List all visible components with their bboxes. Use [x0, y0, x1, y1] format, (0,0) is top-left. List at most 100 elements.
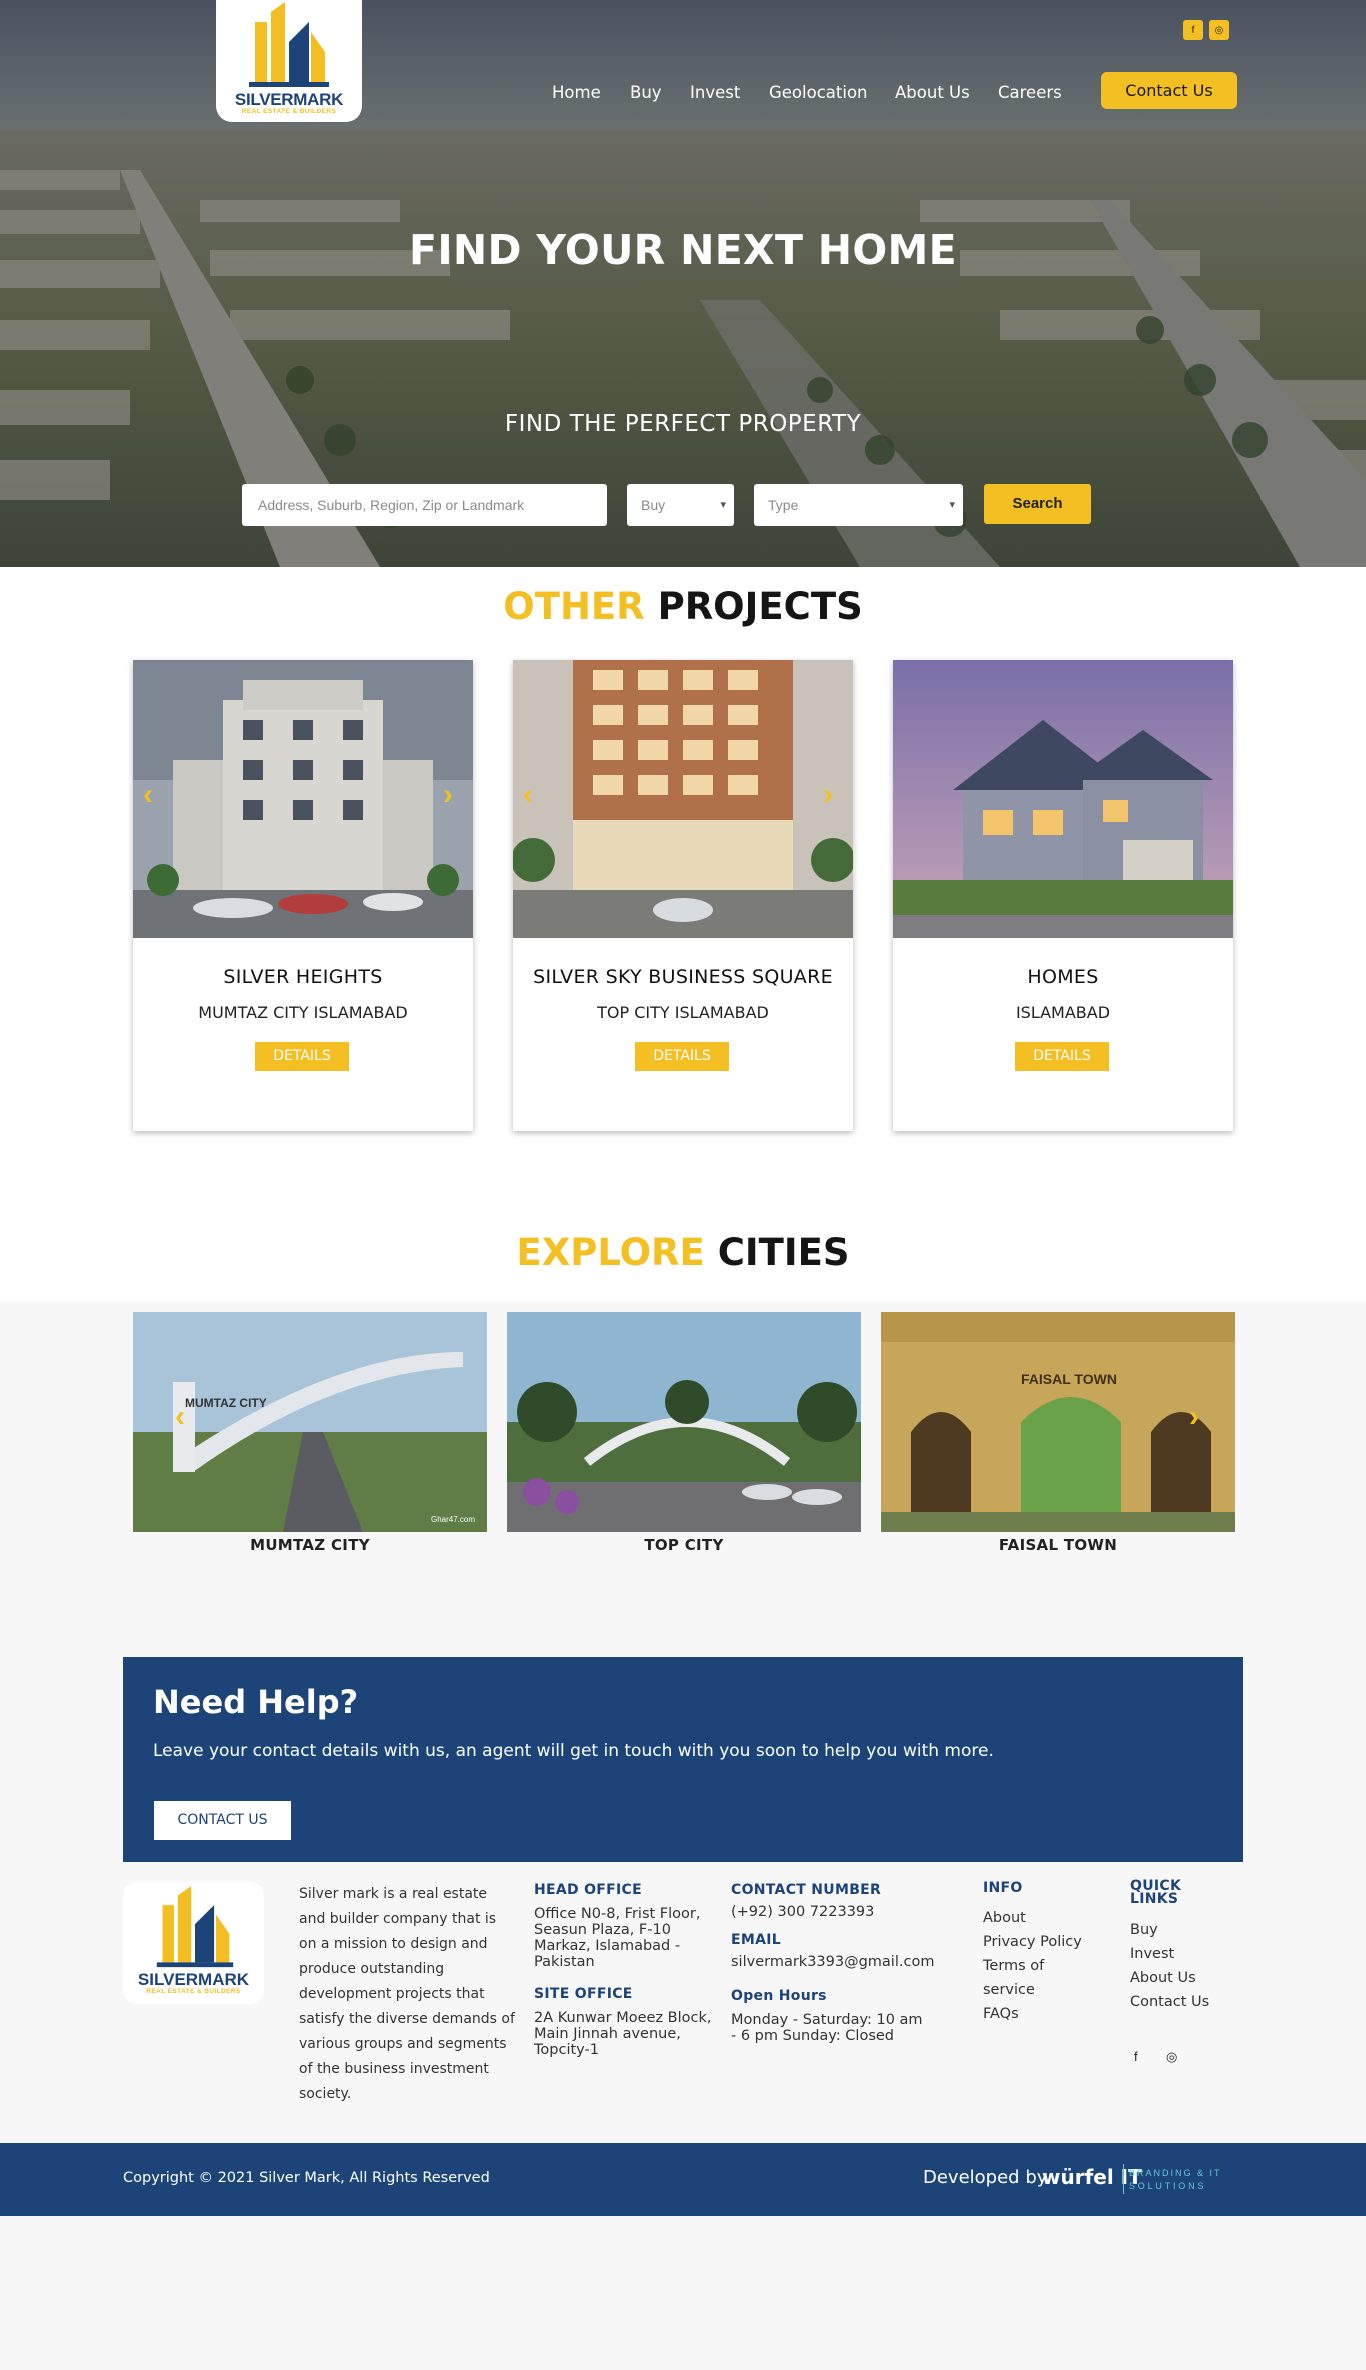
project-location: TOP CITY ISLAMABAD	[597, 1003, 769, 1022]
facebook-icon[interactable]: f	[1134, 2049, 1138, 2064]
city-image: FAISAL TOWN	[881, 1312, 1235, 1532]
logo-tagline: REAL ESTATE & BUILDERS	[241, 108, 337, 115]
project-card: ‹ › SILVER SKY BUSINESS SQUARE TOP CITY …	[513, 660, 853, 1131]
details-button[interactable]: DETAILS	[1015, 1042, 1109, 1071]
developed-by-text: Developed by	[923, 2167, 1048, 2188]
need-help-text: Leave your contact details with us, an a…	[153, 1741, 994, 1761]
city-card[interactable]: MUMTAZ CITY Ghar47.com ‹ MUMTAZ CITY	[133, 1312, 487, 1562]
facebook-icon[interactable]: f	[1183, 20, 1203, 40]
project-image	[893, 660, 1233, 938]
nav-careers[interactable]: Careers	[998, 83, 1062, 102]
footer-link-terms-2[interactable]: service	[983, 1978, 1103, 2002]
instagram-icon[interactable]: ◎	[1166, 2049, 1177, 2065]
contact-number[interactable]: (+92) 300 7223393	[731, 1904, 941, 1920]
type-select[interactable]: Type ▾	[754, 484, 963, 526]
projects-heading: OTHER PROJECTS	[0, 585, 1366, 628]
quick-link-contact-us[interactable]: Contact Us	[1130, 1990, 1240, 2014]
quick-links-title-2: LINKS	[1130, 1891, 1179, 1907]
header-social-icons: f ◎	[1183, 20, 1229, 40]
logo-tagline: REAL ESTATE & BUILDERS	[146, 1988, 241, 1995]
city-label: FAISAL TOWN	[998, 1536, 1118, 1554]
developer-tagline-1: BRANDING & IT	[1129, 2168, 1222, 2178]
site-office-title: SITE OFFICE	[534, 1986, 633, 2002]
hero-title: FIND YOUR NEXT HOME	[409, 226, 957, 274]
site-office-address: 2A Kunwar Moeez Block, Main Jinnah avenu…	[534, 2010, 712, 2058]
footer-quick-links: QUICK LINKS Buy Invest About Us Contact …	[1130, 1879, 1240, 2014]
chevron-down-icon: ▾	[720, 499, 726, 511]
info-title: INFO	[983, 1880, 1023, 1896]
search-button[interactable]: Search	[984, 484, 1091, 524]
project-image	[513, 660, 853, 938]
logo-wordmark: SILVERMARK	[234, 90, 344, 109]
buy-select[interactable]: Buy ▾	[627, 484, 734, 526]
city-label: MUMTAZ CITY	[250, 1536, 370, 1554]
footer-link-terms[interactable]: Terms of	[983, 1954, 1103, 1978]
project-title: SILVER SKY BUSINESS SQUARE	[533, 966, 833, 988]
chevron-left-icon[interactable]: ‹	[175, 1400, 185, 1434]
cities-heading-accent: EXPLORE	[516, 1231, 705, 1274]
logo-building-icon	[156, 1886, 234, 1968]
logo-building-icon	[249, 2, 329, 87]
watermark-text: Ghar47.com	[431, 1515, 475, 1524]
chevron-left-icon[interactable]: ‹	[523, 778, 533, 812]
footer-info: INFO About Privacy Policy Terms of servi…	[983, 1880, 1103, 2026]
details-button[interactable]: DETAILS	[255, 1042, 349, 1071]
project-image	[133, 660, 473, 938]
nav-geolocation[interactable]: Geolocation	[769, 83, 868, 102]
footer-logo[interactable]: SILVERMARK REAL ESTATE & BUILDERS	[123, 1882, 264, 2004]
project-location: MUMTAZ CITY ISLAMABAD	[198, 1003, 408, 1022]
footer-offices: HEAD OFFICE Office N0-8, Frist Floor, Se…	[534, 1882, 714, 2058]
site-logo[interactable]: SILVERMARK REAL ESTATE & BUILDERS	[216, 0, 362, 122]
project-title: HOMES	[1027, 966, 1099, 988]
address-search-input[interactable]	[242, 484, 607, 526]
need-help-title: Need Help?	[153, 1683, 359, 1721]
city-sign-text: MUMTAZ CITY	[185, 1396, 267, 1410]
nav-home[interactable]: Home	[552, 83, 601, 102]
developer-logo-divider	[1123, 2164, 1124, 2194]
city-image	[507, 1312, 861, 1532]
chevron-right-icon[interactable]: ›	[1189, 1400, 1199, 1434]
cities-heading: EXPLORE CITIES	[0, 1231, 1366, 1274]
project-title: SILVER HEIGHTS	[223, 966, 383, 988]
type-select-value: Type	[768, 497, 799, 513]
projects-heading-accent: OTHER	[503, 585, 645, 628]
city-image: MUMTAZ CITY Ghar47.com	[133, 1312, 487, 1532]
logo-wordmark: SILVERMARK	[137, 1970, 250, 1989]
open-hours: Monday - Saturday: 10 am - 6 pm Sunday: …	[731, 2012, 923, 2044]
instagram-icon[interactable]: ◎	[1209, 20, 1229, 40]
projects-heading-rest: PROJECTS	[657, 585, 863, 628]
project-location: ISLAMABAD	[1015, 1003, 1111, 1022]
city-card[interactable]: TOP CITY	[507, 1312, 861, 1562]
quick-link-invest[interactable]: Invest	[1130, 1942, 1240, 1966]
quick-link-about-us[interactable]: About Us	[1130, 1966, 1240, 1990]
contact-number-title: CONTACT NUMBER	[731, 1882, 882, 1898]
developer-logo[interactable]: würfel IT	[1042, 2165, 1142, 2189]
open-hours-title: Open Hours	[731, 1988, 827, 2004]
buy-select-value: Buy	[641, 497, 666, 513]
chevron-right-icon[interactable]: ›	[823, 778, 833, 812]
email-address[interactable]: silvermark3393@gmail.com	[731, 1954, 941, 1970]
hero-section: SILVERMARK REAL ESTATE & BUILDERS f ◎ Ho…	[0, 0, 1366, 567]
footer-link-privacy[interactable]: Privacy Policy	[983, 1930, 1103, 1954]
cities-heading-rest: CITIES	[717, 1231, 850, 1274]
footer-link-about[interactable]: About	[983, 1906, 1103, 1930]
quick-link-buy[interactable]: Buy	[1130, 1918, 1240, 1942]
footer-contact: CONTACT NUMBER (+92) 300 7223393 EMAIL s…	[731, 1882, 941, 2044]
email-title: EMAIL	[731, 1932, 781, 1948]
chevron-right-icon[interactable]: ›	[443, 778, 453, 812]
city-sign-text: FAISAL TOWN	[1021, 1371, 1117, 1387]
contact-us-banner-button[interactable]: CONTACT US	[154, 1801, 291, 1840]
nav-invest[interactable]: Invest	[690, 83, 740, 102]
contact-us-button[interactable]: Contact Us	[1101, 72, 1237, 109]
details-button[interactable]: DETAILS	[635, 1042, 729, 1071]
hero-subtitle: FIND THE PERFECT PROPERTY	[504, 411, 862, 437]
chevron-left-icon[interactable]: ‹	[143, 778, 153, 812]
project-card: ‹ › SILVER HEIGHTS MUMTAZ CITY ISLAMABAD…	[133, 660, 473, 1131]
copyright-text: Copyright © 2021 Silver Mark, All Rights…	[123, 2170, 490, 2186]
nav-about-us[interactable]: About Us	[895, 83, 970, 102]
head-office-title: HEAD OFFICE	[534, 1882, 642, 1898]
city-card[interactable]: FAISAL TOWN › FAISAL TOWN	[881, 1312, 1235, 1562]
nav-buy[interactable]: Buy	[630, 83, 662, 102]
need-help-banner: Need Help? Leave your contact details wi…	[123, 1657, 1243, 1862]
footer-link-faqs[interactable]: FAQs	[983, 2002, 1103, 2026]
